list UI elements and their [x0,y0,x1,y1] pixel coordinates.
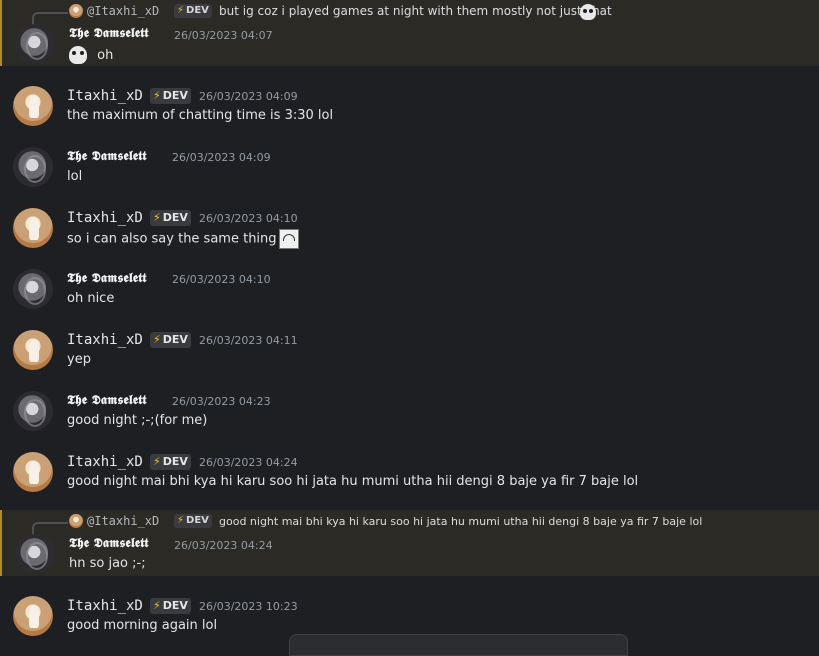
timestamp: 26/03/2023 04:10 [199,212,298,225]
bolt-icon: ⚡ [153,455,161,468]
skull-icon [69,46,87,64]
bolt-icon: ⚡ [177,515,185,526]
message[interactable]: Itaxhi_xD ⚡ DEV 26/03/2023 04:10 so i can… [0,202,819,262]
avatar[interactable] [13,452,53,492]
bolt-icon: ⚡ [153,89,161,102]
message-text: good night ;-;(for me) [67,413,208,428]
reply-text: good night mai bhi kya hi karu soo hi ja… [219,515,703,528]
dev-badge: ⚡ DEV [150,88,191,104]
bolt-icon: ⚡ [153,599,161,612]
username[interactable]: 𝕿𝖍𝖊 𝕯𝖆𝖒𝖘𝖊𝖑𝖊𝖙𝖙 [69,536,149,551]
timestamp: 26/03/2023 10:23 [199,600,298,613]
message-text: the maximum of chatting time is 3:30 lol [67,108,334,123]
badge-label: DEV [162,455,188,468]
timestamp: 26/03/2023 04:23 [172,395,271,408]
message[interactable]: 𝕿𝖍𝖊 𝕯𝖆𝖒𝖘𝖊𝖑𝖊𝖙𝖙 26/03/2023 04:09 lol [0,141,819,201]
avatar[interactable] [13,269,53,309]
message-text: hn so jao ;-; [69,556,146,571]
timestamp: 26/03/2023 04:09 [172,151,271,164]
avatar[interactable] [13,86,53,126]
message-highlighted-reply[interactable]: @Itaxhi_xD ⚡ DEV good night mai bhi kya h… [0,510,819,576]
message-text: oh [69,46,113,64]
badge-label: DEV [162,333,188,346]
reply-text: but ig coz i played games at night with … [219,4,612,18]
avatar[interactable] [13,596,53,636]
dev-badge: ⚡ DEV [150,598,191,614]
message-content: so i can also say the same thing [67,231,277,247]
message[interactable]: 𝕿𝖍𝖊 𝕯𝖆𝖒𝖘𝖊𝖑𝖊𝖙𝖙 26/03/2023 04:23 good nigh… [0,385,819,445]
username[interactable]: Itaxhi_xD [67,332,143,348]
timestamp: 26/03/2023 04:24 [174,539,273,552]
dev-badge: ⚡ DEV [150,210,191,226]
badge-label: DEV [162,599,188,612]
timestamp: 26/03/2023 04:24 [199,456,298,469]
badge-label: DEV [186,5,209,16]
avatar[interactable] [15,24,55,64]
message-content: oh [97,47,114,63]
avatar[interactable] [13,391,53,431]
timestamp: 26/03/2023 04:09 [199,90,298,103]
timestamp: 26/03/2023 04:07 [174,29,273,42]
sticker-icon[interactable] [278,229,299,249]
reply-username[interactable]: @Itaxhi_xD [87,514,159,528]
message[interactable]: 𝕿𝖍𝖊 𝕯𝖆𝖒𝖘𝖊𝖑𝖊𝖙𝖙 26/03/2023 04:10 oh nice [0,263,819,323]
username[interactable]: Itaxhi_xD [67,210,143,226]
reply-avatar [69,4,83,18]
badge-label: DEV [162,89,188,102]
dev-badge: ⚡ DEV [150,332,191,348]
username[interactable]: 𝕿𝖍𝖊 𝕯𝖆𝖒𝖘𝖊𝖑𝖊𝖙𝖙 [67,271,147,286]
message-text: so i can also say the same thing [67,229,299,249]
avatar[interactable] [13,330,53,370]
badge-label: DEV [162,211,188,224]
jump-to-present-bar[interactable] [289,634,628,656]
bolt-icon: ⚡ [153,211,161,224]
message[interactable]: Itaxhi_xD ⚡ DEV 26/03/2023 04:09 the maxi… [0,80,819,140]
timestamp: 26/03/2023 04:10 [172,273,271,286]
message[interactable]: Itaxhi_xD ⚡ DEV 26/03/2023 04:24 good nig… [0,446,819,506]
reply-dev-badge: ⚡ DEV [174,4,212,18]
avatar[interactable] [13,147,53,187]
username[interactable]: Itaxhi_xD [67,598,143,614]
message-text: yep [67,352,91,367]
message-text: lol [67,169,83,184]
message-highlighted-reply[interactable]: @Itaxhi_xD ⚡ DEV but ig coz i played game… [0,0,819,66]
badge-label: DEV [186,515,209,526]
username[interactable]: 𝕿𝖍𝖊 𝕯𝖆𝖒𝖘𝖊𝖑𝖊𝖙𝖙 [67,393,147,408]
timestamp: 26/03/2023 04:11 [199,334,298,347]
reply-dev-badge: ⚡ DEV [174,514,212,528]
avatar[interactable] [13,208,53,248]
message-text: oh nice [67,291,115,306]
username[interactable]: Itaxhi_xD [67,454,143,470]
username[interactable]: Itaxhi_xD [67,88,143,104]
message-text: good morning again lol [67,618,218,633]
skull-icon [580,4,596,20]
reply-avatar [69,514,83,528]
username[interactable]: 𝕿𝖍𝖊 𝕯𝖆𝖒𝖘𝖊𝖑𝖊𝖙𝖙 [69,26,149,41]
message-text: good night mai bhi kya hi karu soo hi ja… [67,474,639,489]
reply-username[interactable]: @Itaxhi_xD [87,4,159,18]
dev-badge: ⚡ DEV [150,454,191,470]
message[interactable]: Itaxhi_xD ⚡ DEV 26/03/2023 04:11 yep [0,324,819,384]
username[interactable]: 𝕿𝖍𝖊 𝕯𝖆𝖒𝖘𝖊𝖑𝖊𝖙𝖙 [67,149,147,164]
bolt-icon: ⚡ [153,333,161,346]
bolt-icon: ⚡ [177,5,185,16]
avatar[interactable] [15,534,55,574]
